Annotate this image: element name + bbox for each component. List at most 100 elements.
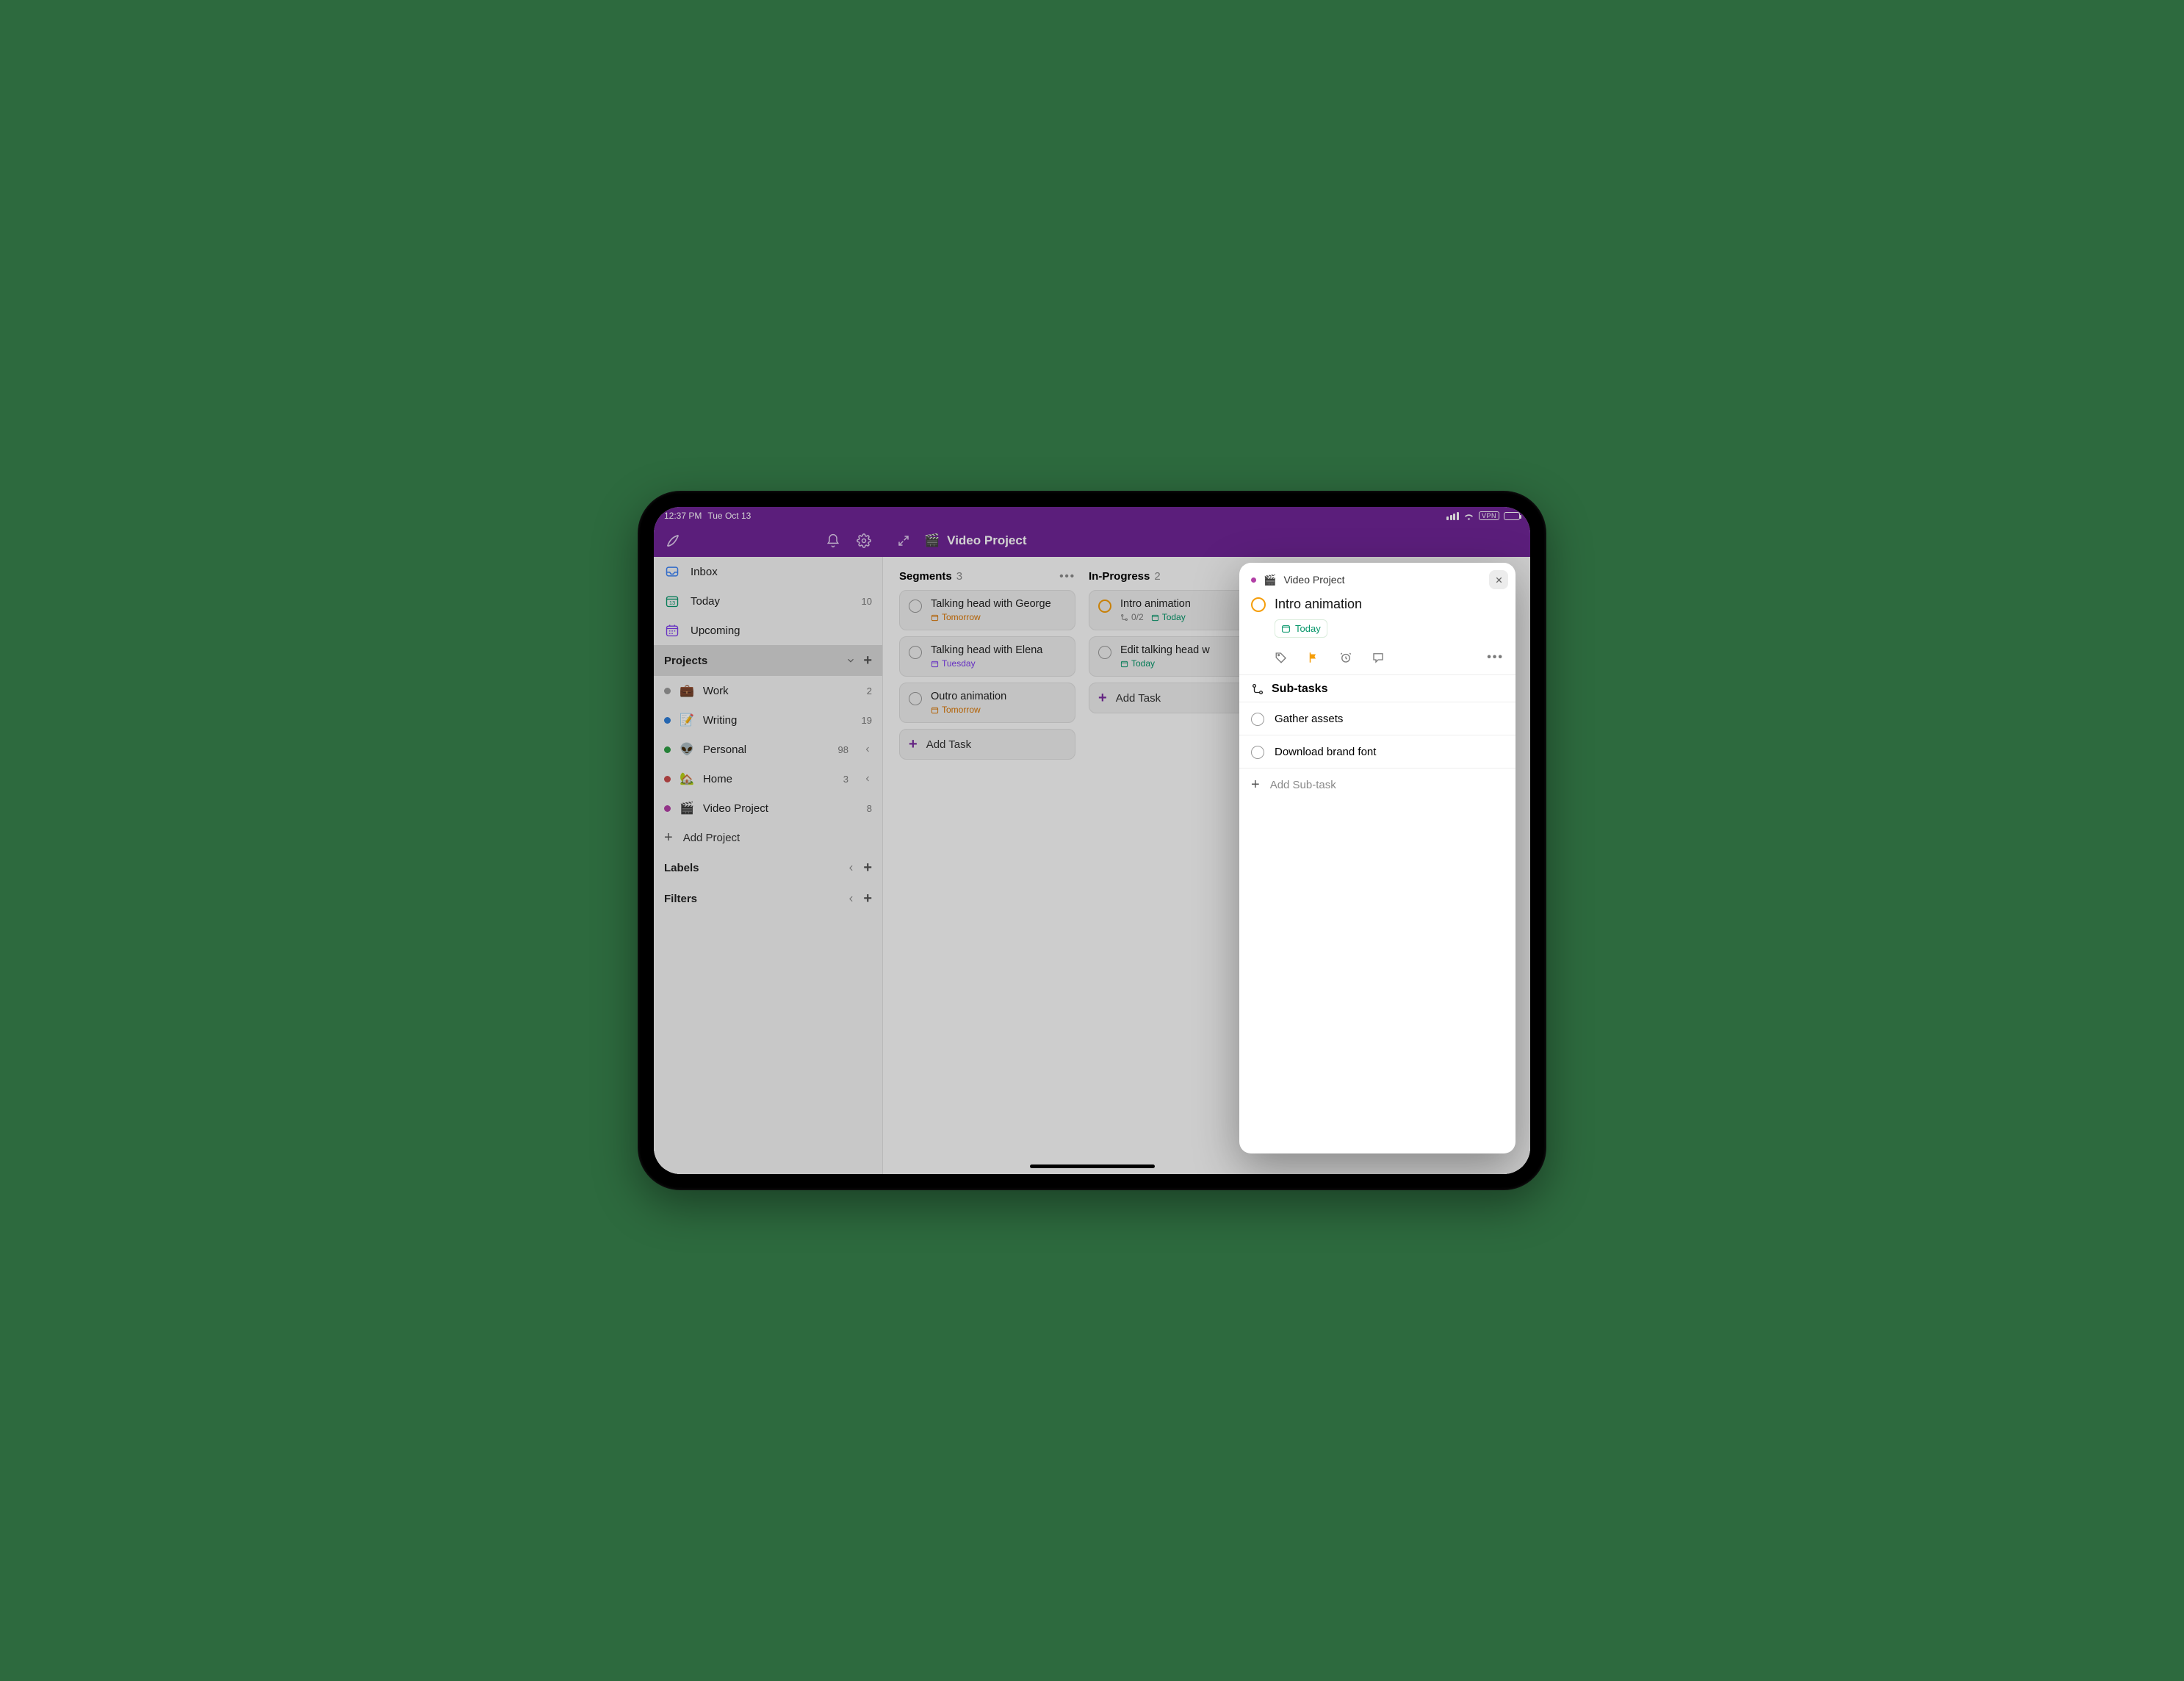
notifications-icon[interactable] (823, 530, 843, 551)
sidebar-project-item[interactable]: 📝Writing19 (654, 705, 882, 735)
section-label: Filters (664, 893, 697, 905)
complete-checkbox[interactable] (1098, 646, 1111, 659)
project-color-dot (1251, 577, 1256, 583)
card-title: Edit talking head w (1120, 644, 1255, 656)
complete-checkbox[interactable] (1251, 713, 1264, 726)
card-meta: Today (1120, 658, 1155, 669)
task-detail-panel: 🎬 Video Project Intro animation Today (1239, 563, 1516, 1153)
add-subtask-button[interactable]: + Add Sub-task (1239, 768, 1516, 801)
section-filters[interactable]: Filters + (654, 883, 882, 914)
breadcrumb-emoji: 🎬 (1264, 574, 1276, 586)
column-name: Segments (899, 570, 952, 583)
page-title: 🎬 Video Project (924, 533, 1027, 548)
complete-checkbox[interactable] (1251, 746, 1264, 759)
project-color-dot (664, 746, 671, 753)
task-card[interactable]: Talking head with Elena Tuesday (899, 636, 1075, 677)
add-task-button[interactable]: +Add Task (899, 729, 1075, 760)
subtask-row[interactable]: Download brand font (1239, 735, 1516, 768)
board-column: In-Progress 2•••Intro animation 0/2 Toda… (1089, 570, 1265, 1174)
add-label-icon[interactable]: + (863, 860, 872, 875)
comment-icon[interactable] (1372, 651, 1385, 664)
app-logo-icon[interactable] (663, 530, 683, 551)
section-label: Projects (664, 655, 707, 667)
plus-icon: + (664, 830, 673, 845)
due-date-label: Today (1295, 623, 1321, 634)
subtask-title: Gather assets (1275, 713, 1343, 725)
subtask-title: Download brand font (1275, 746, 1376, 758)
project-name: Video Project (947, 533, 1026, 548)
nav-inbox[interactable]: Inbox (654, 557, 882, 586)
project-emoji: 🎬 (680, 801, 694, 816)
complete-checkbox[interactable] (909, 600, 922, 613)
home-indicator[interactable] (1030, 1165, 1155, 1168)
card-meta: Tomorrow (931, 612, 981, 622)
status-time: 12:37 PM (664, 511, 702, 521)
battery-icon (1504, 512, 1520, 520)
add-filter-icon[interactable]: + (863, 891, 872, 906)
project-emoji: 💼 (680, 683, 694, 698)
vpn-badge: VPN (1479, 511, 1499, 520)
plus-icon: + (1098, 691, 1107, 705)
add-project-icon[interactable]: + (863, 653, 872, 668)
project-emoji: 📝 (680, 713, 694, 727)
add-project-label: Add Project (683, 832, 740, 844)
subtask-row[interactable]: Gather assets (1239, 702, 1516, 735)
sidebar-project-item[interactable]: 💼 Work 2 (654, 676, 882, 705)
task-card[interactable]: Intro animation 0/2 Today (1089, 590, 1265, 630)
sidebar-project-item[interactable]: 👽Personal98 (654, 735, 882, 764)
section-labels[interactable]: Labels + (654, 852, 882, 883)
complete-checkbox[interactable] (909, 692, 922, 705)
nav-label: Upcoming (691, 624, 740, 637)
project-count: 2 (867, 685, 872, 696)
more-icon[interactable]: ••• (1487, 651, 1504, 664)
subtasks-header: Sub-tasks (1272, 683, 1327, 696)
complete-checkbox[interactable] (909, 646, 922, 659)
project-name: Video Project (703, 802, 768, 815)
sidebar-project-item[interactable]: 🎬Video Project8 (654, 793, 882, 823)
nav-label: Today (691, 595, 720, 608)
task-card[interactable]: Edit talking head w Today (1089, 636, 1265, 677)
section-projects[interactable]: Projects + (654, 645, 882, 676)
settings-icon[interactable] (854, 530, 874, 551)
sidebar-project-item[interactable]: 🏡Home3 (654, 764, 882, 793)
chevron-left-icon (863, 774, 872, 783)
column-menu-icon[interactable]: ••• (1059, 570, 1075, 583)
project-emoji: 🎬 (924, 533, 940, 548)
complete-checkbox[interactable] (1098, 600, 1111, 613)
card-meta: Today (1151, 612, 1186, 622)
project-count: 98 (838, 744, 848, 755)
label-icon[interactable] (1275, 651, 1288, 664)
add-project-button[interactable]: + Add Project (654, 823, 882, 852)
project-emoji: 🏡 (680, 771, 694, 786)
add-subtask-label: Add Sub-task (1270, 779, 1336, 791)
expand-icon[interactable] (893, 530, 914, 551)
project-name: Writing (703, 714, 737, 727)
task-card[interactable]: Talking head with George Tomorrow (899, 590, 1075, 630)
project-color-dot (664, 688, 671, 694)
add-task-button[interactable]: +Add Task (1089, 683, 1265, 713)
column-count: 3 (956, 570, 962, 583)
complete-task-checkbox[interactable] (1251, 597, 1266, 612)
nav-today[interactable]: 13 Today 10 (654, 586, 882, 616)
wifi-icon (1463, 512, 1474, 520)
project-name: Work (703, 685, 729, 697)
sidebar: Inbox 13 Today 10 Upcoming (654, 557, 883, 1174)
add-task-label: Add Task (926, 738, 971, 751)
nav-label: Inbox (691, 566, 718, 578)
today-count: 10 (862, 596, 872, 607)
breadcrumb[interactable]: Video Project (1283, 574, 1344, 586)
task-card[interactable]: Outro animation Tomorrow (899, 683, 1075, 723)
priority-flag-icon[interactable] (1307, 651, 1320, 664)
chevron-left-icon (863, 745, 872, 754)
project-color-dot (664, 776, 671, 782)
reminder-icon[interactable] (1339, 651, 1352, 664)
close-button[interactable] (1489, 570, 1508, 589)
column-count: 2 (1154, 570, 1160, 583)
due-date-chip[interactable]: Today (1275, 619, 1327, 638)
card-meta: Tuesday (931, 658, 976, 669)
nav-upcoming[interactable]: Upcoming (654, 616, 882, 645)
task-title[interactable]: Intro animation (1275, 597, 1362, 612)
section-label: Labels (664, 862, 699, 874)
card-meta: 0/2 (1120, 612, 1144, 622)
project-emoji: 👽 (680, 742, 694, 757)
